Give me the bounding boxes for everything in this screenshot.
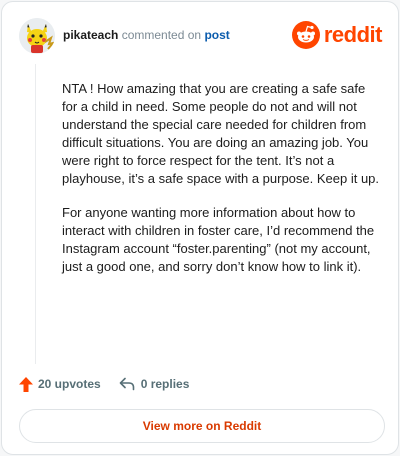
reddit-wordmark: reddit — [323, 22, 383, 47]
username-link[interactable]: pikateach — [63, 28, 118, 42]
reply-count: 0 replies — [140, 377, 190, 391]
comment-card: pikateach commented on post reddit NTA !… — [1, 1, 399, 455]
upvote-control[interactable]: 20 upvotes — [19, 376, 101, 392]
thread-line — [35, 64, 36, 364]
comment-paragraph: For anyone wanting more information abou… — [62, 205, 375, 274]
comment-body: NTA ! How amazing that you are creating … — [62, 80, 380, 292]
post-link[interactable]: post — [204, 28, 229, 42]
reply-arrow-icon[interactable] — [119, 377, 135, 391]
upvote-count: 20 upvotes — [38, 377, 101, 391]
view-more-button[interactable]: View more on Reddit — [19, 409, 385, 443]
action-text: commented on — [121, 28, 202, 42]
upvote-arrow-icon[interactable] — [19, 376, 33, 392]
comment-meta: pikateach commented on post — [63, 28, 230, 42]
comment-footer: 20 upvotes 0 replies — [19, 374, 189, 394]
comment-paragraph: NTA ! How amazing that you are creating … — [62, 81, 380, 186]
replies-control[interactable]: 0 replies — [119, 377, 190, 391]
pikachu-avatar-icon[interactable] — [19, 18, 55, 54]
reddit-snoo-icon — [291, 21, 320, 49]
reddit-logo[interactable]: reddit — [291, 20, 383, 50]
comment-header: pikateach commented on post reddit — [19, 18, 383, 54]
